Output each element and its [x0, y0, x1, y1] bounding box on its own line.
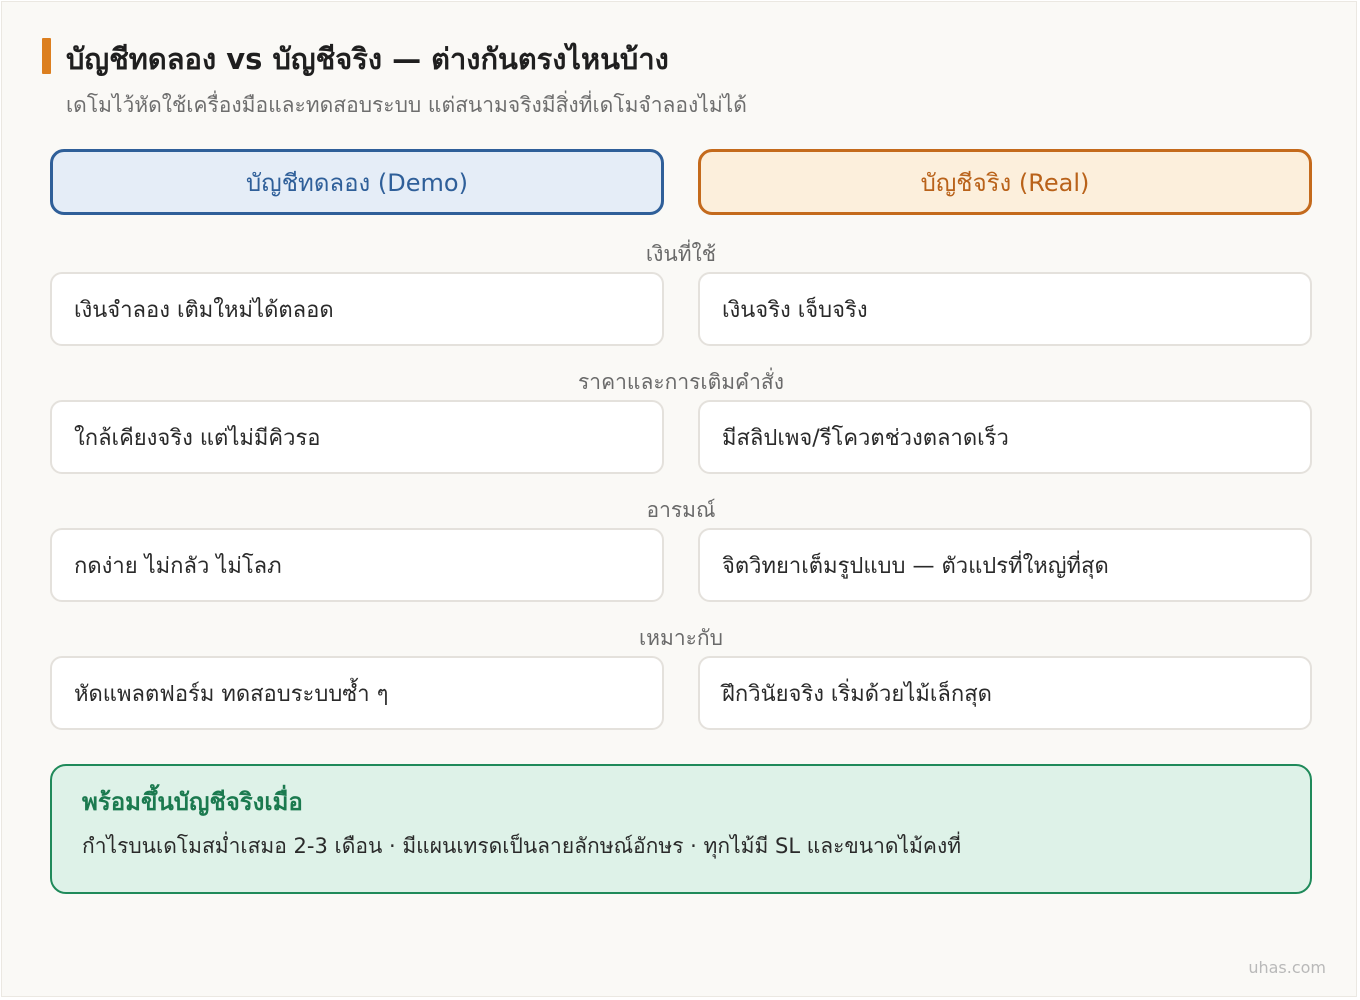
page: บัญชีทดลอง vs บัญชีจริง — ต่างกันตรงไหนบ…: [1, 1, 1357, 997]
row-label-price-execution: ราคาและการเติมคำสั่ง: [578, 370, 784, 394]
demo-cell-suited-for: หัดแพลตฟอร์ม ทดสอบระบบซ้ำ ๆ: [50, 656, 664, 730]
page-title: บัญชีทดลอง vs บัญชีจริง — ต่างกันตรงไหนบ…: [66, 42, 669, 76]
page-subtitle: เดโมไว้หัดใช้เครื่องมือและทดสอบระบบ แต่ส…: [66, 93, 747, 117]
real-cell-money: เงินจริง เจ็บจริง: [698, 272, 1312, 346]
ready-box: พร้อมขึ้นบัญชีจริงเมื่อ กำไรบนเดโมสม่ำเส…: [50, 764, 1312, 894]
row-label-suited-for: เหมาะกับ: [639, 626, 723, 650]
ready-title: พร้อมขึ้นบัญชีจริงเมื่อ: [82, 788, 303, 816]
demo-column-header: บัญชีทดลอง (Demo): [50, 149, 664, 215]
demo-cell-emotion: กดง่าย ไม่กลัว ไม่โลภ: [50, 528, 664, 602]
demo-cell-price-execution: ใกล้เคียงจริง แต่ไม่มีคิวรอ: [50, 400, 664, 474]
real-cell-price-execution: มีสลิปเพจ/รีโควตช่วงตลาดเร็ว: [698, 400, 1312, 474]
title-accent-bar: [42, 38, 51, 74]
real-cell-suited-for: ฝึกวินัยจริง เริ่มด้วยไม้เล็กสุด: [698, 656, 1312, 730]
watermark: uhas.com: [1248, 958, 1326, 977]
row-label-money: เงินที่ใช้: [645, 242, 717, 266]
real-column-header: บัญชีจริง (Real): [698, 149, 1312, 215]
real-cell-emotion: จิตวิทยาเต็มรูปแบบ — ตัวแปรที่ใหญ่ที่สุด: [698, 528, 1312, 602]
demo-cell-money: เงินจำลอง เติมใหม่ได้ตลอด: [50, 272, 664, 346]
ready-criteria: กำไรบนเดโมสม่ำเสมอ 2-3 เดือน · มีแผนเทรด…: [82, 834, 962, 858]
row-label-emotion: อารมณ์: [646, 498, 716, 522]
